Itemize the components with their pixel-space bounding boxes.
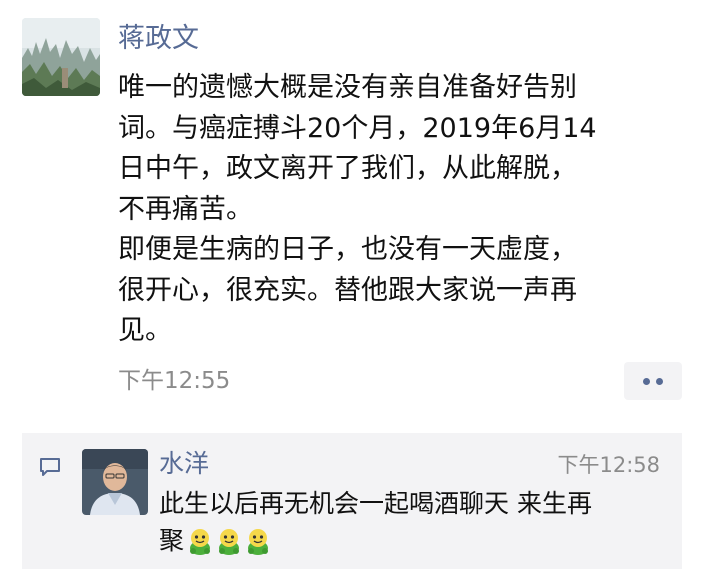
mountain-landscape-image — [22, 18, 100, 96]
comment-timestamp: 下午12:58 — [557, 453, 660, 477]
post-text-line: 唯一的遗憾大概是没有亲自准备好告别 — [118, 72, 577, 103]
post-text-line: 即便是生病的日子，也没有一天虚度， — [118, 234, 577, 265]
comment-panel: 水洋 下午12:58 此生以后再无机会一起喝酒聊天 来生再 聚 — [22, 433, 682, 569]
person-photo-image — [82, 449, 148, 515]
post-text-line: 词。与癌症搏斗20个月，2019年6月14 — [118, 112, 597, 144]
comment-bubble-icon — [40, 458, 60, 476]
more-options-button[interactable] — [624, 362, 682, 400]
comment-text-fragment: 聚 — [159, 526, 185, 555]
frog-emoji-icon — [187, 527, 213, 555]
more-dots-icon — [656, 378, 663, 385]
post-text-line: 见。 — [118, 315, 172, 346]
post-timestamp: 下午12:55 — [118, 368, 231, 394]
commenter-name[interactable]: 水洋 — [159, 446, 209, 482]
comment-text: 此生以后再无机会一起喝酒聊天 来生再 聚 — [159, 485, 669, 559]
comment-text-line: 此生以后再无机会一起喝酒聊天 来生再 — [159, 489, 592, 518]
frog-emoji-icon — [216, 527, 242, 555]
post-text-line: 日中午，政文离开了我们，从此解脱， — [118, 153, 577, 184]
commenter-avatar[interactable] — [82, 449, 148, 515]
post-text: 唯一的遗憾大概是没有亲自准备好告别 词。与癌症搏斗20个月，2019年6月14 … — [118, 68, 690, 352]
more-dots-icon — [643, 378, 650, 385]
post-text-line: 不再痛苦。 — [118, 193, 253, 225]
frog-emoji-icon — [245, 527, 271, 555]
comment-text-line: 聚 — [159, 522, 669, 559]
post-author-name[interactable]: 蒋政文 — [118, 20, 199, 58]
post-text-line: 很开心，很充实。替他跟大家说一声再 — [118, 274, 577, 306]
post-author-avatar[interactable] — [22, 18, 100, 96]
